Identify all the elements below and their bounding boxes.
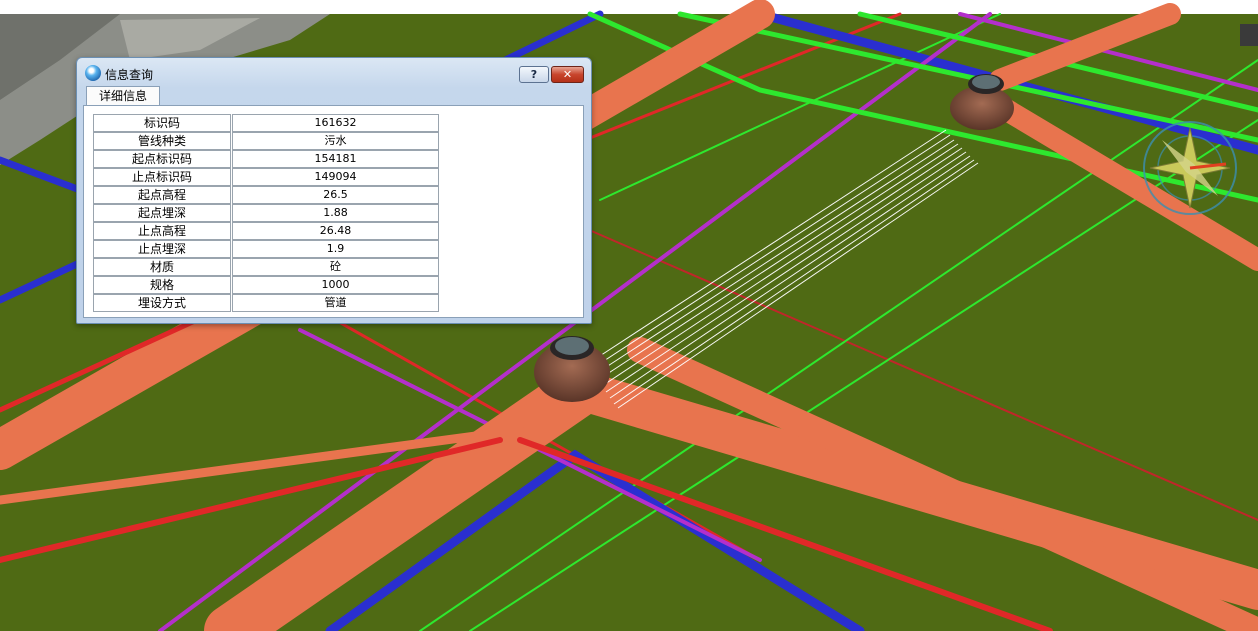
attribute-value: 污水 (232, 132, 439, 150)
attribute-value: 161632 (232, 114, 439, 132)
attribute-value: 154181 (232, 150, 439, 168)
top-strip (0, 0, 1258, 14)
dialog-titlebar[interactable]: 信息查询 ? ✕ (77, 58, 591, 86)
attribute-key: 管线种类 (93, 132, 231, 150)
attribute-value: 149094 (232, 168, 439, 186)
help-button[interactable]: ? (519, 66, 549, 83)
attribute-row[interactable]: 材质砼 (93, 258, 439, 276)
attribute-row[interactable]: 埋设方式 管道 (93, 294, 439, 312)
attribute-key: 埋设方式 (93, 294, 231, 312)
attribute-value: 26.5 (232, 186, 439, 204)
attribute-key: 止点标识码 (93, 168, 231, 186)
attribute-row[interactable]: 规格 1000 (93, 276, 439, 294)
tab-details[interactable]: 详细信息 (86, 86, 160, 106)
attribute-row[interactable]: 管线种类 污水 (93, 132, 439, 150)
attribute-key: 规格 (93, 276, 231, 294)
attribute-row[interactable]: 起点高程 26.5 (93, 186, 439, 204)
attribute-row[interactable]: 起点埋深 1.88 (93, 204, 439, 222)
attribute-value: 1000 (232, 276, 439, 294)
attribute-row[interactable]: 起点标识码 154181 (93, 150, 439, 168)
attribute-key: 起点高程 (93, 186, 231, 204)
attribute-value: 26.48 (232, 222, 439, 240)
attribute-key: 止点埋深 (93, 240, 231, 258)
app-globe-icon (85, 65, 101, 81)
tab-strip: 详细信息 (83, 85, 583, 106)
scene-corner-widget[interactable] (1240, 24, 1258, 46)
attribute-key: 标识码 (93, 114, 231, 132)
attribute-row[interactable]: 标识码 161632 (93, 114, 439, 132)
attribute-value: 1.88 (232, 204, 439, 222)
attribute-value: 管道 (232, 294, 439, 312)
attribute-grid: 标识码 161632 管线种类 污水 起点标识码 154181 止点标识码 149094… (93, 114, 439, 312)
attribute-row[interactable]: 止点埋深 1.9 (93, 240, 439, 258)
attribute-row[interactable]: 止点高程 26.48 (93, 222, 439, 240)
dialog-title: 信息查询 (105, 68, 154, 82)
attribute-key: 材质 (93, 258, 231, 276)
info-query-dialog[interactable]: 信息查询 ? ✕ 详细信息 标识码 161632 管线种类 污水 起点标识码 1541… (76, 57, 592, 324)
compass-rose-icon[interactable] (1143, 121, 1237, 215)
details-panel[interactable]: 标识码 161632 管线种类 污水 起点标识码 154181 止点标识码 149094… (83, 105, 584, 318)
attribute-value: 砼 (232, 258, 439, 276)
attribute-value: 1.9 (232, 240, 439, 258)
attribute-key: 起点埋深 (93, 204, 231, 222)
attribute-key: 止点高程 (93, 222, 231, 240)
attribute-key: 起点标识码 (93, 150, 231, 168)
attribute-row[interactable]: 止点标识码 149094 (93, 168, 439, 186)
close-button[interactable]: ✕ (551, 66, 584, 83)
